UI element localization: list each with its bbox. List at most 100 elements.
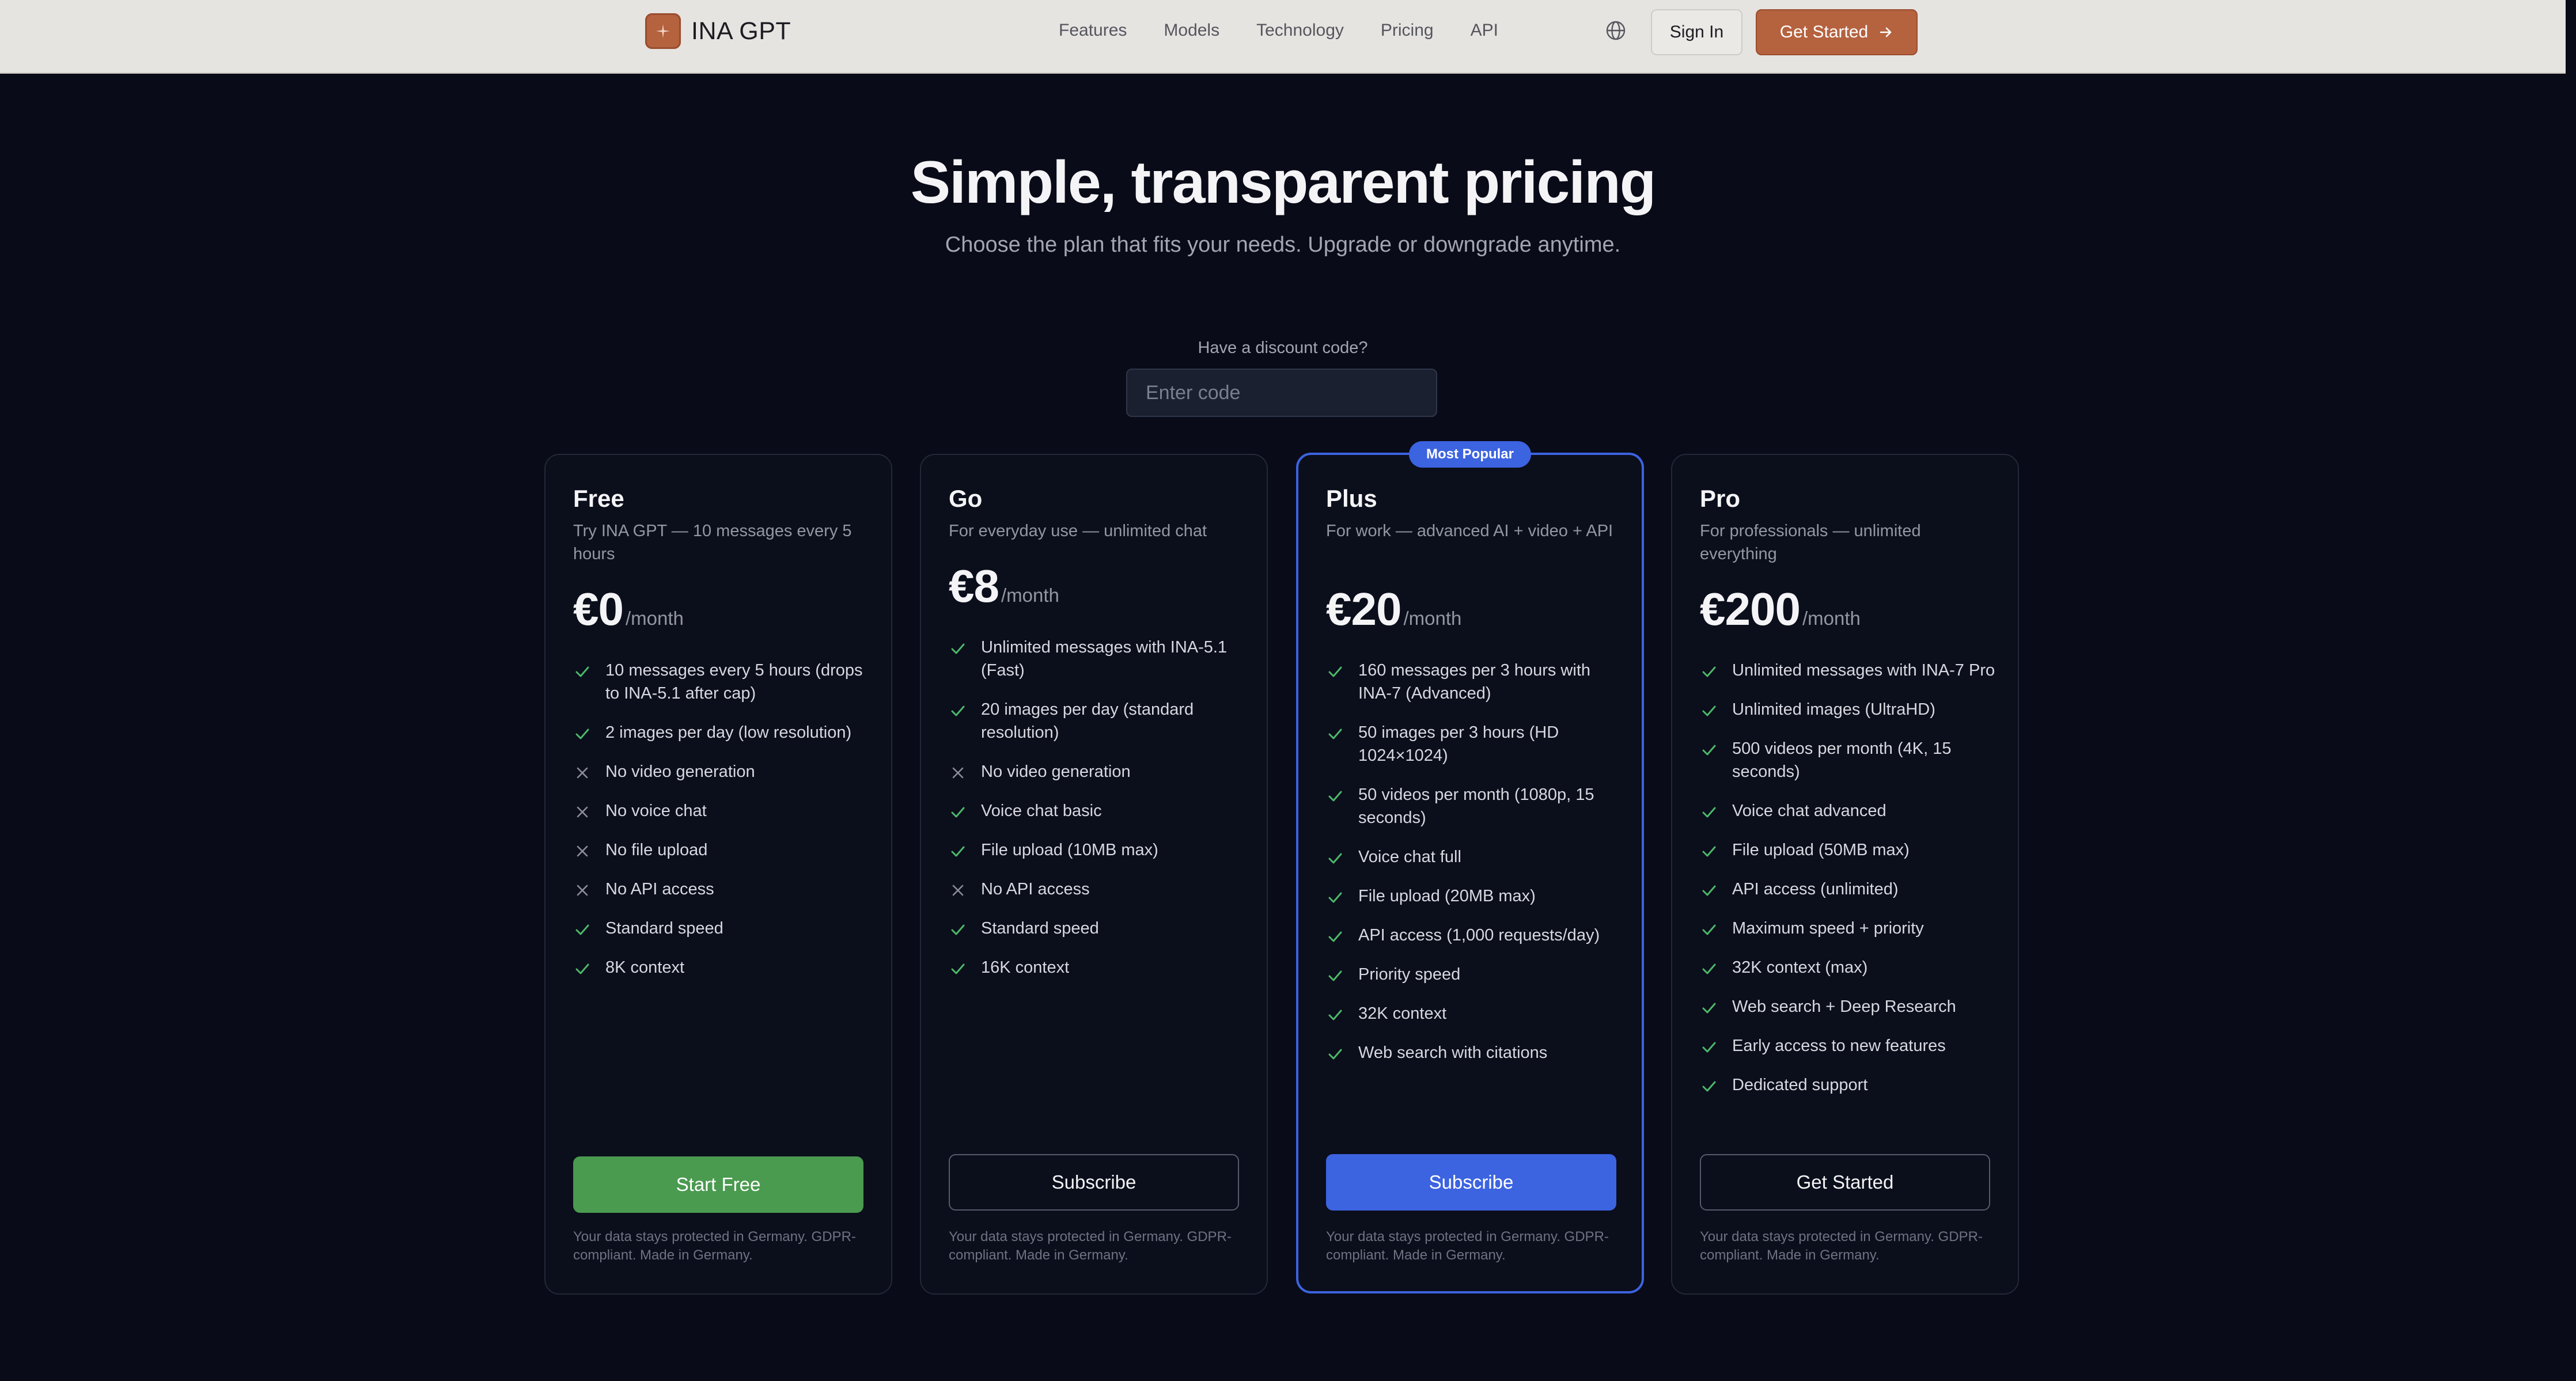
nav-technology[interactable]: Technology bbox=[1256, 21, 1344, 40]
plan-card-free: Free Try INA GPT — 10 messages every 5 ho… bbox=[544, 454, 892, 1295]
feature-item: 8K context bbox=[573, 956, 873, 979]
plan-price: €20/month bbox=[1326, 583, 1461, 636]
feature-text: No API access bbox=[981, 880, 1090, 898]
feature-text: Voice chat full bbox=[1358, 848, 1461, 866]
price-amount: €200 bbox=[1700, 583, 1801, 635]
feature-list: 10 messages every 5 hours (drops to INA-… bbox=[573, 659, 873, 995]
check-icon bbox=[1700, 1077, 1718, 1095]
feature-text: 50 videos per month (1080p, 15 seconds) bbox=[1358, 786, 1594, 827]
feature-item: No video generation bbox=[949, 760, 1248, 783]
check-icon bbox=[1700, 881, 1718, 900]
price-amount: €8 bbox=[949, 560, 999, 612]
feature-item: No API access bbox=[573, 878, 873, 901]
x-icon bbox=[573, 764, 592, 782]
check-icon bbox=[1326, 787, 1344, 805]
feature-text: Voice chat basic bbox=[981, 802, 1102, 820]
page-title: Simple, transparent pricing bbox=[910, 149, 1657, 216]
feature-item: 2 images per day (low resolution) bbox=[573, 721, 873, 744]
check-icon bbox=[1326, 1045, 1344, 1063]
header-get-started-label: Get Started bbox=[1779, 22, 1869, 41]
data-protection-note: Your data stays protected in Germany. GD… bbox=[1700, 1229, 1983, 1263]
feature-item: Unlimited messages with INA-5.1 (Fast) bbox=[949, 636, 1248, 682]
language-globe-icon[interactable] bbox=[1605, 20, 1626, 41]
logo[interactable]: INA GPT bbox=[645, 13, 791, 49]
feature-item: 50 images per 3 hours (HD 1024×1024) bbox=[1326, 721, 1626, 767]
price-amount: €0 bbox=[573, 583, 624, 635]
sign-in-button[interactable]: Sign In bbox=[1651, 9, 1742, 55]
feature-text: Standard speed bbox=[605, 919, 723, 938]
plan-name: Pro bbox=[1700, 485, 1741, 512]
check-icon bbox=[1326, 888, 1344, 906]
price-period: /month bbox=[1802, 608, 1861, 629]
data-protection-note: Your data stays protected in Germany. GD… bbox=[1326, 1229, 1609, 1263]
feature-item: 16K context bbox=[949, 956, 1248, 979]
discount-code-input[interactable] bbox=[1126, 369, 1437, 417]
feature-item: Standard speed bbox=[573, 917, 873, 940]
feature-item: 500 videos per month (4K, 15 seconds) bbox=[1700, 737, 1999, 783]
feature-text: No voice chat bbox=[605, 802, 707, 820]
feature-item: 32K context bbox=[1326, 1002, 1626, 1025]
go-plan-cta-button[interactable]: Subscribe bbox=[949, 1154, 1239, 1211]
plan-name: Free bbox=[573, 485, 624, 512]
x-icon bbox=[573, 842, 592, 860]
pro-plan-cta-button[interactable]: Get Started bbox=[1700, 1154, 1990, 1211]
check-icon bbox=[1700, 803, 1718, 821]
feature-item: No API access bbox=[949, 878, 1248, 901]
feature-item: No voice chat bbox=[573, 799, 873, 822]
check-icon bbox=[1700, 999, 1718, 1017]
free-plan-cta-button[interactable]: Start Free bbox=[573, 1156, 863, 1213]
check-icon bbox=[1700, 959, 1718, 978]
feature-item: 20 images per day (standard resolution) bbox=[949, 698, 1248, 744]
nav-api[interactable]: API bbox=[1471, 21, 1498, 40]
logo-text: INA GPT bbox=[691, 17, 791, 45]
x-icon bbox=[949, 764, 967, 782]
feature-item: Dedicated support bbox=[1700, 1073, 1999, 1097]
feature-item: Standard speed bbox=[949, 917, 1248, 940]
feature-text: No video generation bbox=[605, 762, 755, 781]
feature-text: Unlimited messages with INA-5.1 (Fast) bbox=[981, 638, 1228, 680]
feature-item: File upload (50MB max) bbox=[1700, 839, 1999, 862]
top-navbar: INA GPT Features Models Technology Prici… bbox=[0, 0, 2566, 74]
price-period: /month bbox=[1403, 608, 1462, 629]
check-icon bbox=[573, 662, 592, 681]
header-get-started-button[interactable]: Get Started bbox=[1756, 9, 1918, 55]
nav-models[interactable]: Models bbox=[1164, 21, 1219, 40]
feature-text: 20 images per day (standard resolution) bbox=[981, 700, 1194, 742]
price-amount: €20 bbox=[1326, 583, 1401, 635]
check-icon bbox=[949, 959, 967, 978]
check-icon bbox=[1700, 1038, 1718, 1056]
arrow-right-icon bbox=[1880, 27, 1892, 37]
feature-text: File upload (20MB max) bbox=[1358, 887, 1536, 905]
feature-item: 10 messages every 5 hours (drops to INA-… bbox=[573, 659, 873, 705]
feature-list: Unlimited messages with INA-5.1 (Fast) 20… bbox=[949, 636, 1248, 995]
plan-card-pro: Pro For professionals — unlimited everyth… bbox=[1671, 454, 2019, 1295]
feature-item: Maximum speed + priority bbox=[1700, 917, 1999, 940]
plan-description: For professionals — unlimited everything bbox=[1700, 522, 1921, 563]
check-icon bbox=[1700, 662, 1718, 681]
nav-pricing[interactable]: Pricing bbox=[1381, 21, 1434, 40]
check-icon bbox=[1326, 849, 1344, 867]
check-icon bbox=[1326, 927, 1344, 946]
feature-text: Standard speed bbox=[981, 919, 1099, 938]
feature-list: Unlimited messages with INA-7 Pro Unlimit… bbox=[1700, 659, 1999, 1113]
feature-text: 8K context bbox=[605, 958, 685, 977]
plan-name: Plus bbox=[1326, 485, 1377, 512]
x-icon bbox=[573, 803, 592, 821]
feature-text: Web search + Deep Research bbox=[1732, 997, 1956, 1016]
sparkle-logo-icon bbox=[645, 13, 681, 49]
plan-description: Try INA GPT — 10 messages every 5 hours bbox=[573, 522, 852, 563]
feature-item: Priority speed bbox=[1326, 963, 1626, 986]
discount-label: Have a discount code? bbox=[1198, 339, 1368, 357]
plan-name: Go bbox=[949, 485, 983, 512]
feature-text: 10 messages every 5 hours (drops to INA-… bbox=[605, 661, 863, 703]
feature-item: Early access to new features bbox=[1700, 1034, 1999, 1057]
nav-features[interactable]: Features bbox=[1059, 21, 1127, 40]
check-icon bbox=[949, 842, 967, 860]
feature-item: No video generation bbox=[573, 760, 873, 783]
check-icon bbox=[949, 701, 967, 720]
feature-text: Dedicated support bbox=[1732, 1076, 1868, 1094]
most-popular-badge: Most Popular bbox=[1408, 441, 1532, 468]
plus-plan-cta-button[interactable]: Subscribe bbox=[1326, 1154, 1616, 1211]
feature-item: API access (unlimited) bbox=[1700, 878, 1999, 901]
data-protection-note: Your data stays protected in Germany. GD… bbox=[949, 1229, 1232, 1263]
